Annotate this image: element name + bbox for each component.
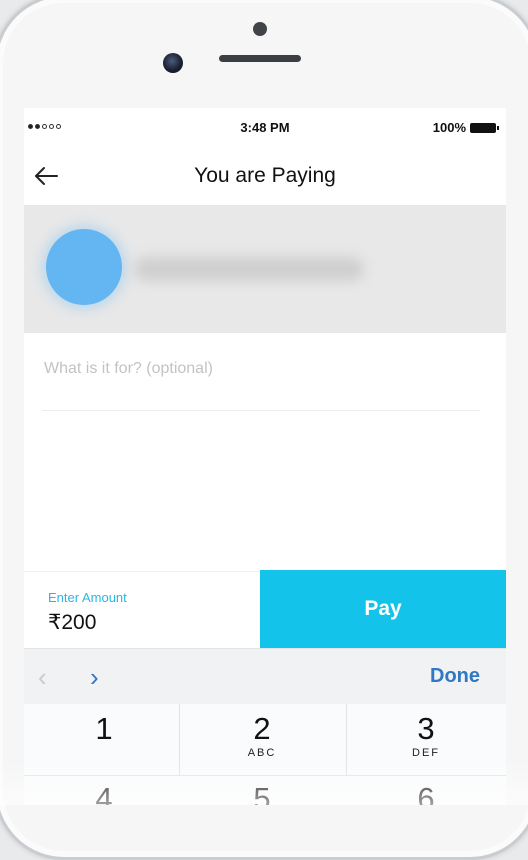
sensor-dot xyxy=(253,22,267,36)
numeric-keypad: 1 2 ABC 3 DEF 4 5 6 xyxy=(24,704,506,805)
battery-percent: 100% xyxy=(432,120,466,135)
amount-value[interactable]: ₹200 xyxy=(48,610,96,635)
nav-bar: You are Paying xyxy=(24,148,506,204)
key-letters: ABC xyxy=(247,747,277,759)
front-camera xyxy=(163,53,183,73)
key-3[interactable]: 3 DEF xyxy=(346,704,506,775)
payee-avatar xyxy=(46,229,122,305)
key-digit: 6 xyxy=(417,781,435,806)
app-screen: 3:48 PM 100% You are Paying Enter Amount… xyxy=(24,108,506,805)
battery-icon xyxy=(470,122,499,133)
keyboard-toolbar: ‹ › Done xyxy=(24,648,506,705)
key-letters: DEF xyxy=(412,747,440,759)
battery-indicator: 100% xyxy=(432,120,499,135)
key-digit: 1 xyxy=(95,711,113,746)
key-2[interactable]: 2 ABC xyxy=(182,704,342,775)
previous-field-chevron-left-icon[interactable]: ‹ xyxy=(38,664,47,690)
key-digit: 2 xyxy=(253,711,271,746)
key-digit: 3 xyxy=(417,711,435,746)
key-digit: 4 xyxy=(95,781,113,806)
pay-button[interactable]: Pay xyxy=(260,570,506,648)
payee-card xyxy=(24,205,506,333)
note-underline xyxy=(42,410,480,411)
key-5[interactable]: 5 xyxy=(182,776,342,806)
key-1[interactable]: 1 xyxy=(24,704,184,775)
status-bar: 3:48 PM 100% xyxy=(24,108,506,148)
payee-name-redacted xyxy=(134,257,364,281)
amount-field[interactable]: Enter Amount ₹200 xyxy=(24,571,260,648)
key-4[interactable]: 4 xyxy=(24,776,184,806)
earpiece-speaker xyxy=(219,55,301,62)
done-button[interactable]: Done xyxy=(430,665,480,688)
next-field-chevron-right-icon[interactable]: › xyxy=(90,664,99,690)
payment-note-input[interactable] xyxy=(44,360,480,378)
page-title: You are Paying xyxy=(194,164,336,187)
key-digit: 5 xyxy=(253,781,271,806)
key-divider xyxy=(179,704,180,775)
key-6[interactable]: 6 xyxy=(346,776,506,806)
amount-label: Enter Amount xyxy=(48,590,127,605)
